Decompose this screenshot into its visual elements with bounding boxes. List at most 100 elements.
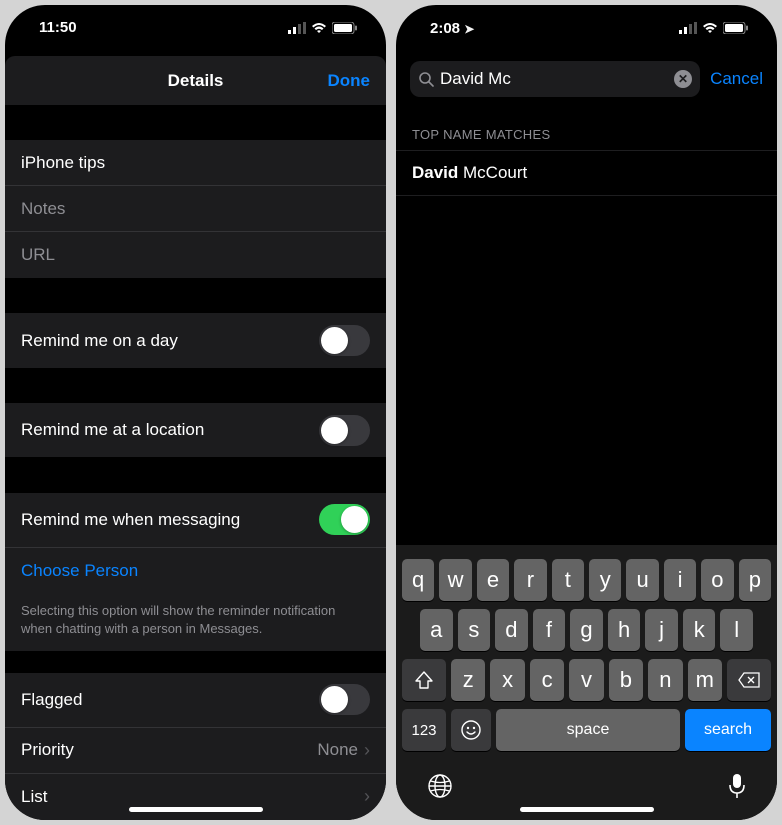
key-u[interactable]: u	[626, 559, 658, 601]
key-shift[interactable]	[402, 659, 446, 701]
key-s[interactable]: s	[458, 609, 491, 651]
shift-icon	[414, 671, 434, 689]
key-emoji[interactable]	[451, 709, 491, 751]
key-a[interactable]: a	[420, 609, 453, 651]
search-header: ✕ Cancel	[396, 51, 777, 107]
key-k[interactable]: k	[683, 609, 716, 651]
key-search[interactable]: search	[685, 709, 771, 751]
list-label: List	[21, 787, 47, 807]
key-x[interactable]: x	[490, 659, 524, 701]
globe-icon[interactable]	[427, 773, 453, 806]
status-indicators	[288, 22, 358, 34]
keyboard-row-3: z x c v b n m	[402, 659, 771, 701]
status-bar: 2:08 ➤	[396, 5, 777, 51]
key-j[interactable]: j	[645, 609, 678, 651]
key-h[interactable]: h	[608, 609, 641, 651]
key-n[interactable]: n	[648, 659, 682, 701]
key-space[interactable]: space	[496, 709, 680, 751]
keyboard: q w e r t y u i o p a s d f g h j k l z	[396, 545, 777, 820]
home-indicator[interactable]	[129, 807, 263, 812]
wifi-icon	[702, 22, 718, 34]
keyboard-row-1: q w e r t y u i o p	[402, 559, 771, 601]
key-i[interactable]: i	[664, 559, 696, 601]
flagged-label: Flagged	[21, 690, 82, 710]
remind-day-label: Remind me on a day	[21, 331, 178, 351]
chevron-right-icon: ›	[364, 786, 370, 807]
location-arrow-icon: ➤	[464, 22, 474, 36]
notes-placeholder: Notes	[21, 199, 65, 219]
section-gap	[5, 278, 386, 313]
battery-icon	[332, 22, 358, 34]
keyboard-row-2: a s d f g h j k l	[402, 609, 771, 651]
clear-search-button[interactable]: ✕	[674, 70, 692, 88]
key-o[interactable]: o	[701, 559, 733, 601]
list-row[interactable]: List ›	[5, 774, 386, 820]
section-gap	[5, 457, 386, 492]
key-y[interactable]: y	[589, 559, 621, 601]
match-bold: David	[412, 163, 458, 182]
keyboard-row-4: 123 space search	[402, 709, 771, 751]
phone-left-details: 11:50 Details Done iPhone tips Notes URL…	[5, 5, 386, 820]
cellular-icon	[679, 22, 697, 34]
key-l[interactable]: l	[720, 609, 753, 651]
section-gap	[5, 105, 386, 140]
key-p[interactable]: p	[739, 559, 771, 601]
remind-location-row: Remind me at a location	[5, 403, 386, 457]
remind-location-toggle[interactable]	[319, 415, 370, 446]
remind-location-label: Remind me at a location	[21, 420, 204, 440]
priority-label: Priority	[21, 740, 74, 760]
done-button[interactable]: Done	[328, 71, 371, 91]
key-d[interactable]: d	[495, 609, 528, 651]
url-placeholder: URL	[21, 245, 55, 265]
battery-icon	[723, 22, 749, 34]
status-time: 2:08 ➤	[430, 20, 474, 37]
status-time: 11:50	[39, 19, 77, 36]
title-field[interactable]: iPhone tips	[5, 140, 386, 186]
notes-field[interactable]: Notes	[5, 186, 386, 232]
key-delete[interactable]	[727, 659, 771, 701]
search-input[interactable]	[440, 69, 668, 89]
remind-messaging-row: Remind me when messaging	[5, 493, 386, 548]
messaging-footer-note: Selecting this option will show the remi…	[5, 594, 386, 651]
key-q[interactable]: q	[402, 559, 434, 601]
priority-value: None	[317, 740, 358, 760]
remind-day-toggle[interactable]	[319, 325, 370, 356]
remind-messaging-toggle[interactable]	[319, 504, 370, 535]
remind-day-row: Remind me on a day	[5, 313, 386, 367]
key-e[interactable]: e	[477, 559, 509, 601]
keyboard-bottom-bar	[399, 759, 774, 814]
key-v[interactable]: v	[569, 659, 603, 701]
cellular-icon	[288, 22, 306, 34]
status-indicators	[679, 22, 749, 34]
key-f[interactable]: f	[533, 609, 566, 651]
cancel-button[interactable]: Cancel	[710, 69, 763, 89]
key-g[interactable]: g	[570, 609, 603, 651]
wifi-icon	[311, 22, 327, 34]
key-w[interactable]: w	[439, 559, 471, 601]
key-z[interactable]: z	[451, 659, 485, 701]
home-indicator[interactable]	[520, 807, 654, 812]
search-box[interactable]: ✕	[410, 61, 700, 97]
page-title: Details	[168, 71, 224, 91]
mic-icon[interactable]	[728, 773, 746, 806]
section-gap	[5, 368, 386, 403]
contact-match-row[interactable]: David McCourt	[396, 150, 777, 196]
emoji-icon	[460, 719, 482, 741]
title-text: iPhone tips	[21, 153, 105, 173]
key-r[interactable]: r	[514, 559, 546, 601]
match-rest: McCourt	[458, 163, 527, 182]
modal-header: Details Done	[5, 56, 386, 105]
key-c[interactable]: c	[530, 659, 564, 701]
key-b[interactable]: b	[609, 659, 643, 701]
choose-person-button[interactable]: Choose Person	[5, 548, 386, 594]
priority-row[interactable]: Priority None ›	[5, 728, 386, 774]
section-header-top-matches: TOP NAME MATCHES	[396, 107, 777, 150]
phone-right-search: 2:08 ➤ ✕ Cancel TOP NAME MATCHES David M…	[396, 5, 777, 820]
key-m[interactable]: m	[688, 659, 722, 701]
status-bar: 11:50	[5, 5, 386, 50]
url-field[interactable]: URL	[5, 232, 386, 278]
key-t[interactable]: t	[552, 559, 584, 601]
flagged-toggle[interactable]	[319, 684, 370, 715]
section-gap	[5, 651, 386, 673]
key-numbers[interactable]: 123	[402, 709, 446, 751]
